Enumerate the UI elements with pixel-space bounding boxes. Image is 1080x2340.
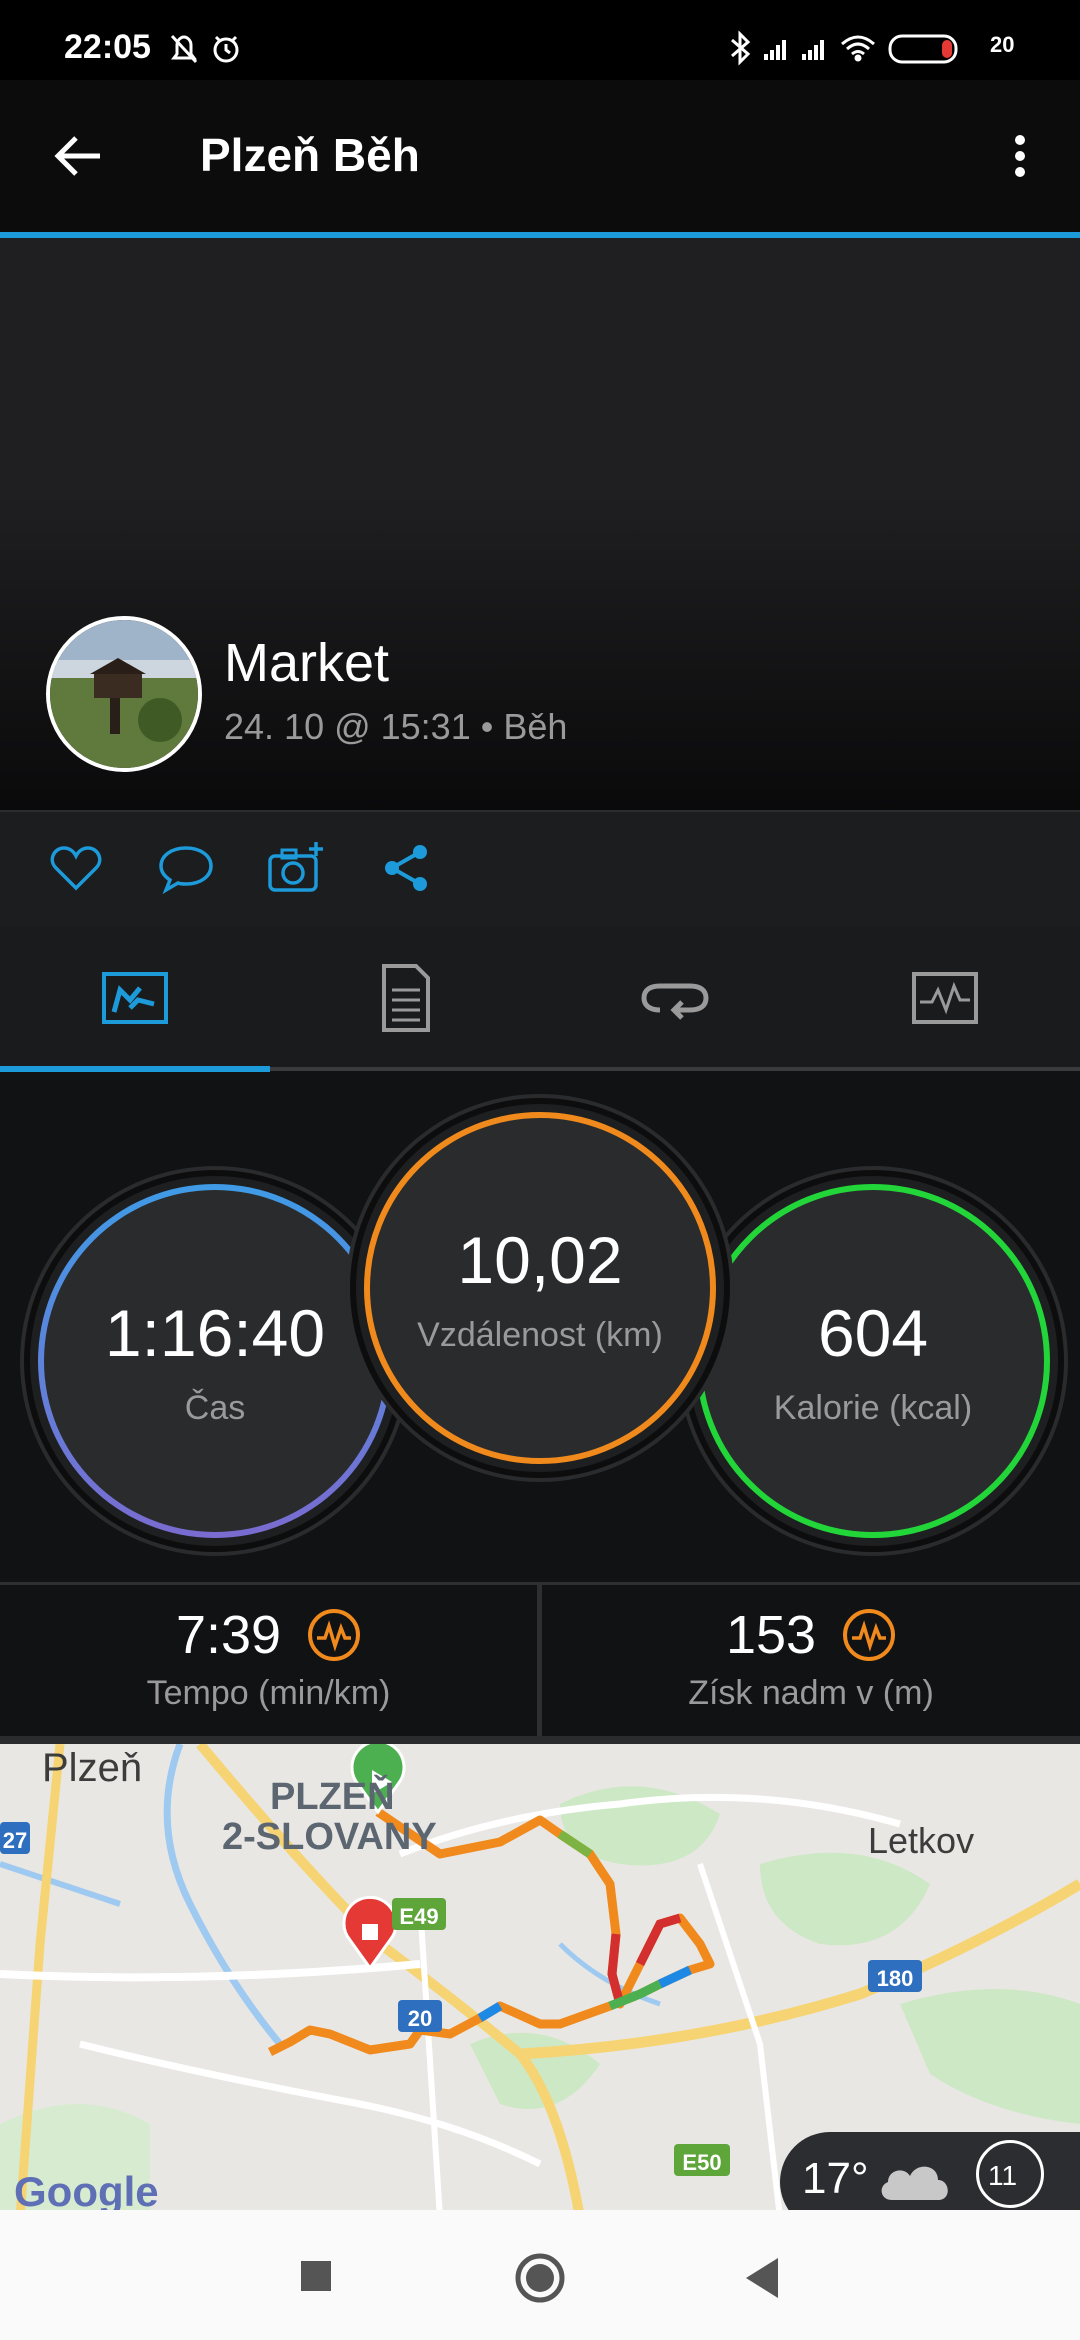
pace-value: 7:39 (175, 1605, 282, 1665)
pace-stat[interactable]: 7:39 Tempo (min/km) (0, 1604, 537, 1713)
battery-icon (888, 34, 958, 64)
comment-button[interactable] (156, 838, 216, 898)
google-logo: Google (14, 2168, 159, 2215)
time-ring: 1:16:40 Čas (38, 1184, 392, 1538)
status-time: 22:05 (64, 28, 151, 66)
tab-laps[interactable] (640, 960, 710, 1036)
circle-icon (515, 2253, 565, 2303)
wind-speed: 11 (988, 2160, 1018, 2191)
pulse-icon (843, 1609, 896, 1661)
avatar[interactable] (46, 616, 202, 772)
road-label-20: 20 (407, 2006, 433, 2031)
pulse-icon (308, 1609, 361, 1661)
calories-value: 604 (817, 1295, 929, 1370)
chart-icon (912, 972, 978, 1024)
home-button[interactable] (512, 2250, 568, 2306)
share-button[interactable] (376, 838, 436, 898)
cloud-icon (881, 2166, 948, 2200)
tab-charts[interactable] (910, 960, 980, 1036)
activity-name: Market (224, 633, 390, 693)
distance-value: 10,02 (457, 1222, 623, 1297)
elevation-label: Získ nadm v (m) (688, 1674, 934, 1712)
app-bar (0, 80, 1080, 232)
arrow-back-icon (54, 136, 100, 176)
more-vert-icon (1015, 135, 1025, 177)
road-label-27: 27 (2, 1828, 28, 1853)
road-label-e49: E49 (399, 1904, 439, 1929)
time-label: Čas (184, 1388, 246, 1427)
wifi-icon (841, 35, 875, 62)
like-button[interactable] (46, 838, 106, 898)
add-photo-button[interactable] (266, 838, 326, 898)
map-label-district1: PLZEŇ (270, 1776, 395, 1818)
map-label-city: Plzeň (42, 1746, 143, 1790)
pace-label: Tempo (min/km) (146, 1674, 391, 1712)
bluetooth-icon (731, 30, 751, 66)
recents-button[interactable] (298, 2258, 334, 2294)
system-back-button[interactable] (740, 2254, 784, 2302)
calories-label: Kalorie (kcal) (773, 1388, 973, 1427)
camera-add-icon (268, 842, 323, 892)
back-button[interactable] (44, 120, 116, 192)
heart-icon (50, 846, 102, 891)
square-icon (301, 2261, 331, 2291)
map-label-town: Letkov (868, 1820, 975, 1861)
page-title: Plzeň Běh (200, 129, 420, 181)
tab-details[interactable] (370, 960, 440, 1036)
road-label-180: 180 (876, 1966, 914, 1991)
calories-ring: 604 Kalorie (kcal) (696, 1184, 1050, 1538)
battery-level: 20 (990, 32, 1015, 57)
share-icon (385, 845, 427, 891)
elevation-stat[interactable]: 153 Získ nadm v (m) (542, 1604, 1080, 1713)
signal-icon (802, 40, 824, 60)
triangle-back-icon (746, 2258, 778, 2298)
laps-icon (641, 983, 709, 1020)
distance-label: Vzdálenost (km) (417, 1315, 663, 1354)
tab-overview[interactable] (100, 960, 170, 1036)
elevation-value: 153 (725, 1605, 817, 1665)
map-label-district2: 2-SLOVANY (222, 1816, 437, 1858)
overflow-menu-button[interactable] (1000, 120, 1040, 192)
distance-ring: 10,02 Vzdálenost (km) (364, 1112, 716, 1464)
tab-divider (270, 1067, 1080, 1071)
weather-badge[interactable]: 17° 11 (780, 2132, 1080, 2218)
comment-icon (159, 846, 213, 895)
overview-icon (102, 972, 168, 1024)
finish-marker-icon (342, 1895, 398, 1971)
bell-off-icon (170, 34, 198, 64)
route-map[interactable]: Plzeň PLZEŇ 2-SLOVANY Letkov E49 20 27 1… (0, 1736, 1080, 2218)
document-icon (382, 964, 430, 1032)
road-label-e50: E50 (682, 2150, 722, 2175)
status-icons-right (730, 28, 1020, 73)
time-value: 1:16:40 (104, 1295, 326, 1370)
alarm-icon (213, 35, 239, 63)
activity-subtitle: 24. 10 @ 15:31 • Běh (224, 706, 568, 747)
status-icons-left (168, 30, 248, 75)
signal-icon (764, 40, 786, 60)
weather-temp: 17° (802, 2154, 869, 2203)
